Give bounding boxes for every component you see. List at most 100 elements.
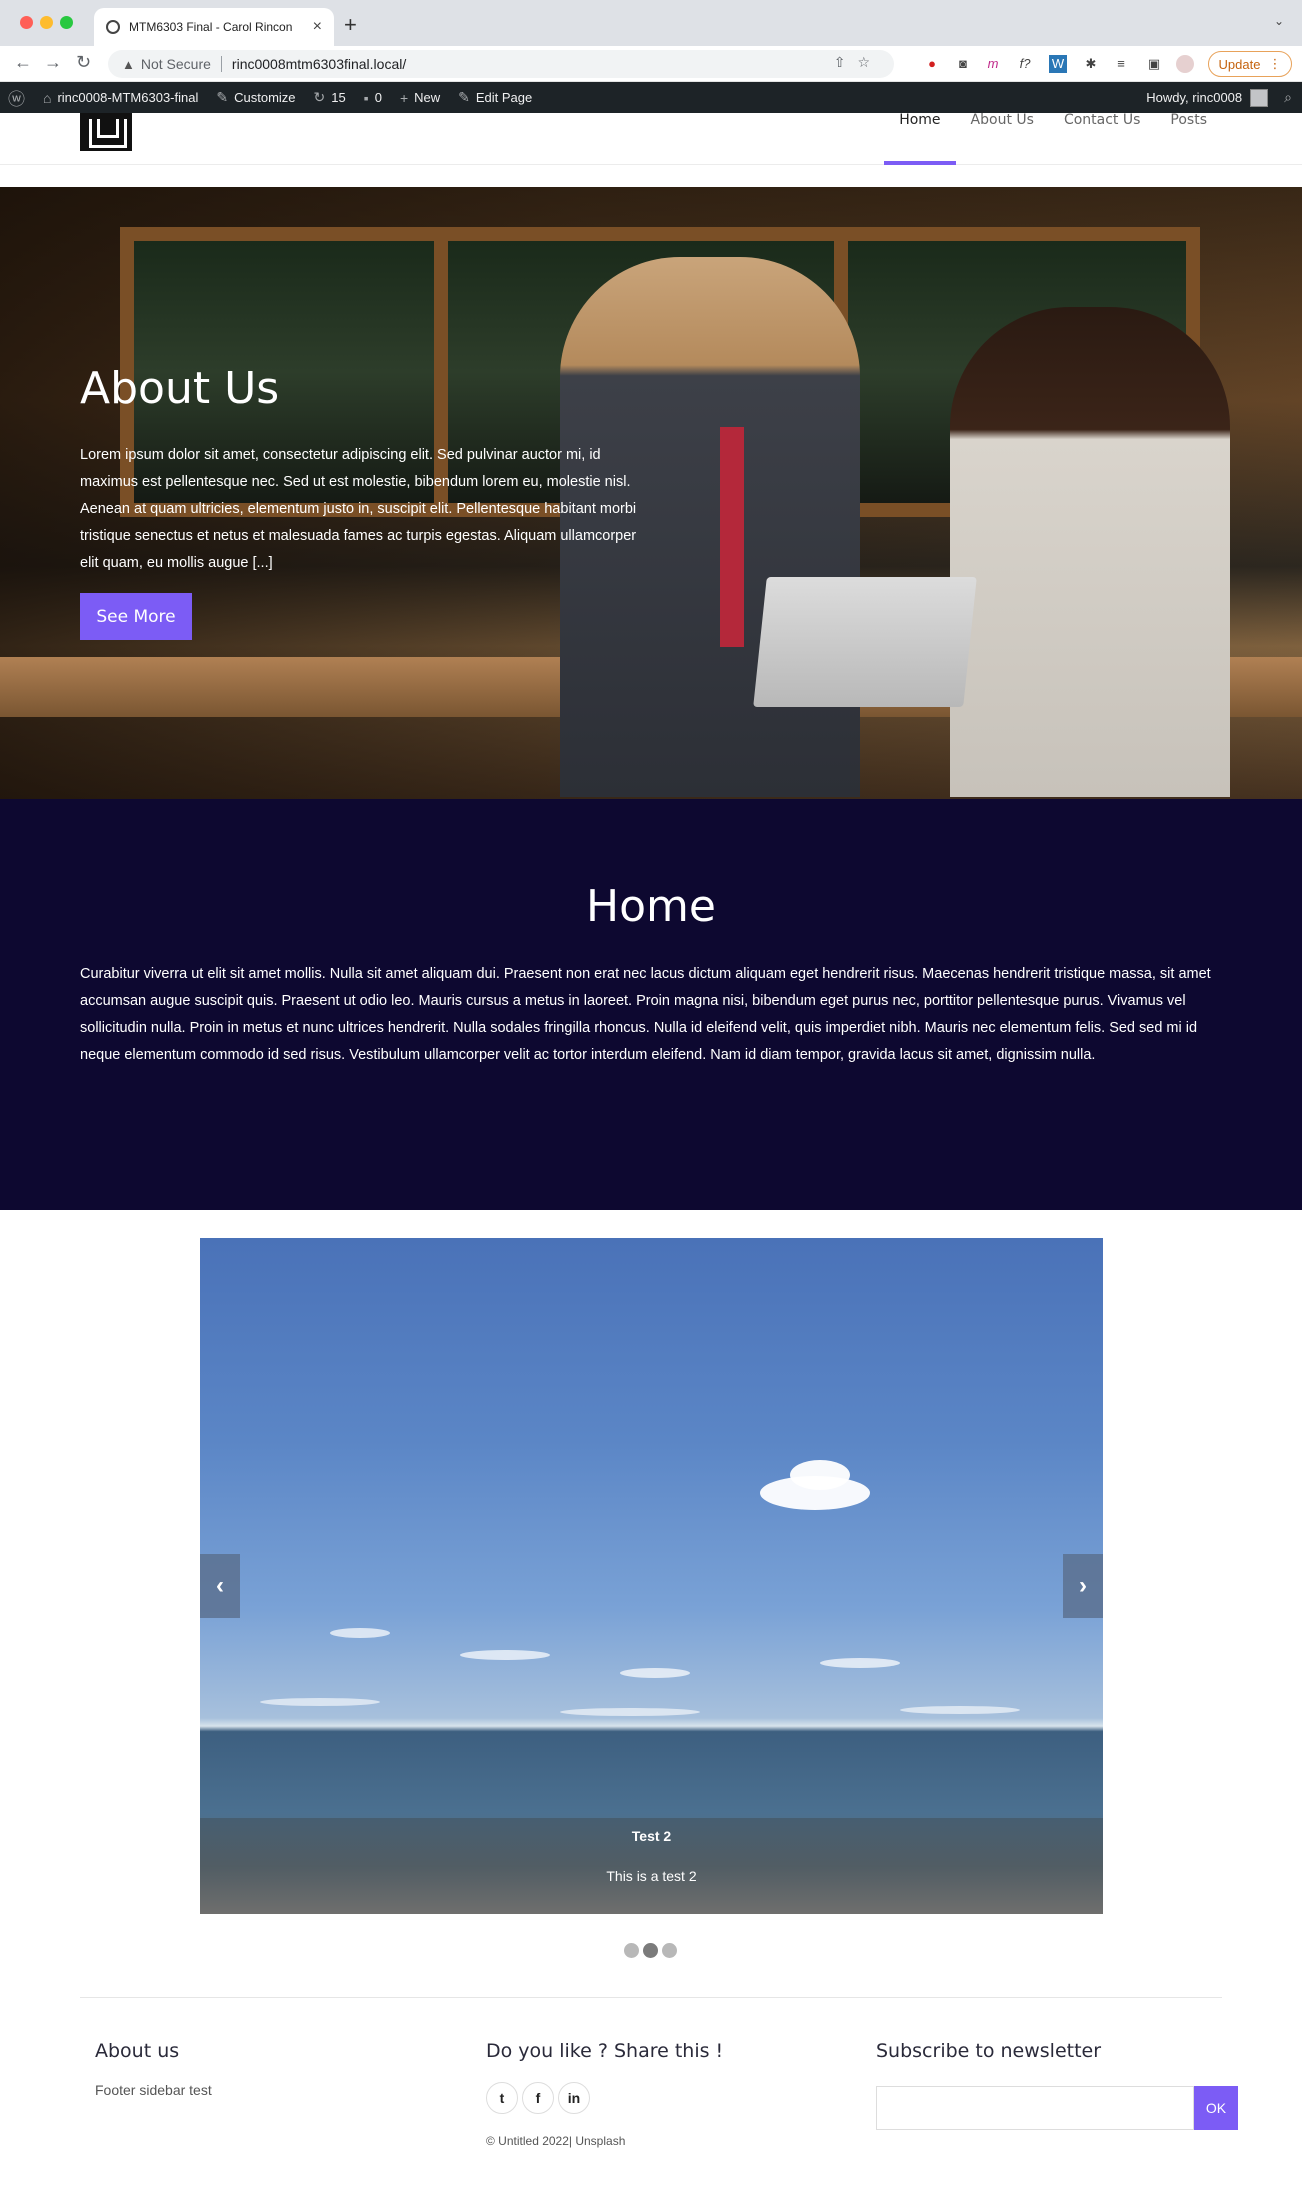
carousel-dot-3[interactable] <box>662 1943 677 1958</box>
wp-admin-bar: ⓦ ⌂ rinc0008-MTM6303-final ✎ Customize ↻… <box>0 82 1302 113</box>
customize-label: Customize <box>234 90 296 105</box>
see-more-button[interactable]: See More <box>80 593 192 640</box>
plus-icon: + <box>399 89 409 106</box>
reload-icon[interactable]: ↻ <box>76 52 91 73</box>
close-tab-icon[interactable]: × <box>313 18 322 36</box>
home-title: Home <box>586 881 716 932</box>
carousel-dot-1[interactable] <box>624 1943 639 1958</box>
carousel-cloud <box>330 1628 390 1638</box>
carousel-cloud <box>900 1706 1020 1714</box>
carousel-cloud <box>460 1650 550 1660</box>
warning-icon: ▲ <box>122 56 135 72</box>
linkedin-icon[interactable]: in <box>558 2082 590 2114</box>
m-extension-icon[interactable]: m <box>984 55 1002 73</box>
hero-photo-woman <box>950 307 1230 797</box>
sidebar-icon[interactable]: ▣ <box>1145 55 1163 73</box>
forward-arrow-icon[interactable]: → <box>44 52 62 73</box>
nav-item-home[interactable]: Home <box>884 113 956 165</box>
share-bookmark-icons[interactable]: ⇧☆ <box>834 54 882 71</box>
browser-toolbar: ← → ↻ ▲ Not Secure rinc0008mtm6303final.… <box>0 46 1302 82</box>
back-arrow-icon[interactable]: ← <box>14 52 32 73</box>
updates-icon: ↻ <box>313 89 326 105</box>
new-label: New <box>414 90 441 105</box>
copyright-text: © Untitled 2022| Unsplash <box>486 2134 626 2148</box>
footer-about-column: About us Footer sidebar test <box>95 2040 212 2098</box>
minimize-window-button[interactable] <box>40 16 53 29</box>
edit-page-label: Edit Page <box>475 90 533 105</box>
reading-list-icon[interactable]: ≡ <box>1112 55 1130 73</box>
search-icon[interactable]: ⌕ <box>1284 89 1292 106</box>
wordpress-extension-icon[interactable]: W <box>1049 55 1067 73</box>
hero-title: About Us <box>80 363 280 414</box>
browser-tab-bar: MTM6303 Final - Carol Rincon × + ⌄ <box>0 0 1302 46</box>
footer-about-heading: About us <box>95 2040 180 2062</box>
update-button[interactable]: Update ⋮ <box>1208 51 1292 77</box>
carousel-prev-button[interactable]: ‹ <box>200 1554 240 1618</box>
admin-new[interactable]: + New <box>400 90 440 106</box>
nav-item-about-us[interactable]: About Us <box>956 113 1049 165</box>
nav-item-contact-us[interactable]: Contact Us <box>1049 113 1155 165</box>
close-window-button[interactable] <box>20 16 33 29</box>
hero-section: About Us Lorem ipsum dolor sit amet, con… <box>0 187 1302 799</box>
home-section: Home Curabitur viverra ut elit sit amet … <box>0 799 1302 1210</box>
social-links: t f in <box>486 2082 723 2114</box>
admin-updates[interactable]: ↻ 15 <box>314 89 346 106</box>
admin-site-name[interactable]: ⌂ rinc0008-MTM6303-final <box>43 90 198 106</box>
url-separator <box>220 56 222 72</box>
avatar <box>1250 88 1269 107</box>
newsletter-ok-button[interactable]: OK <box>1194 2086 1238 2130</box>
site-header: Home About Us Contact Us Posts <box>0 113 1302 165</box>
howdy-label: Howdy, rinc0008 <box>1146 90 1243 105</box>
chevron-down-icon[interactable]: ⌄ <box>1274 14 1284 28</box>
newsletter-email-input[interactable] <box>876 2086 1194 2130</box>
new-tab-button[interactable]: + <box>344 12 357 38</box>
twitter-icon[interactable]: t <box>486 2082 518 2114</box>
footer-divider <box>80 1997 1222 1998</box>
nav-item-posts[interactable]: Posts <box>1155 113 1222 165</box>
url-text[interactable]: rinc0008mtm6303final.local/ <box>232 56 406 72</box>
carousel-cloud <box>820 1658 900 1668</box>
pencil-icon: ✎ <box>458 89 470 105</box>
wp-icon: ⓦ <box>8 90 25 109</box>
carousel-caption-text: This is a test 2 <box>606 1868 697 1884</box>
image-carousel[interactable]: Test 2 This is a test 2 ‹ › <box>200 1238 1103 1914</box>
footer-share-heading: Do you like ? Share this ! <box>486 2040 724 2062</box>
carousel-cloud <box>560 1708 700 1716</box>
footer-newsletter-heading: Subscribe to newsletter <box>876 2040 1102 2062</box>
globe-icon <box>106 20 120 34</box>
carousel-next-button[interactable]: › <box>1063 1554 1103 1618</box>
main-navigation: Home About Us Contact Us Posts <box>884 113 1222 165</box>
carousel-cloud <box>260 1698 380 1706</box>
not-secure-label: Not Secure <box>140 56 211 72</box>
carousel-cloud <box>620 1668 690 1678</box>
update-label: Update <box>1218 56 1261 72</box>
font-extension-icon[interactable]: f? <box>1016 55 1034 73</box>
tab-title: MTM6303 Final - Carol Rincon <box>129 20 293 34</box>
carousel-dot-2[interactable] <box>643 1943 658 1958</box>
carousel-cloud <box>790 1460 850 1490</box>
hero-text: Lorem ipsum dolor sit amet, consectetur … <box>80 447 637 571</box>
wordpress-logo-icon[interactable]: ⓦ <box>8 85 25 110</box>
home-text: Curabitur viverra ut elit sit amet molli… <box>80 966 1211 1063</box>
admin-account[interactable]: Howdy, rinc0008 ⌕ <box>1146 82 1302 113</box>
hero-photo-laptop <box>753 577 977 707</box>
footer-share-column: Do you like ? Share this ! t f in © Unti… <box>486 2040 723 2148</box>
carousel-caption-title: Test 2 <box>631 1828 672 1844</box>
puzzle-icon[interactable]: ✱ <box>1082 55 1100 73</box>
updates-count: 15 <box>331 90 346 105</box>
admin-comments[interactable]: ▪ 0 <box>364 90 382 106</box>
address-bar[interactable]: ▲ Not Secure rinc0008mtm6303final.local/… <box>108 50 894 78</box>
maximize-window-button[interactable] <box>60 16 73 29</box>
camera-extension-icon[interactable]: ◙ <box>954 55 972 73</box>
admin-customize[interactable]: ✎ Customize <box>216 89 295 106</box>
facebook-icon[interactable]: f <box>522 2082 554 2114</box>
paintbrush-icon: ✎ <box>216 89 229 105</box>
opera-extension-icon[interactable]: ● <box>923 55 941 73</box>
comment-icon: ▪ <box>363 89 369 106</box>
site-logo[interactable] <box>80 113 132 151</box>
home-dashboard-icon: ⌂ <box>43 89 52 106</box>
browser-tab[interactable]: MTM6303 Final - Carol Rincon × <box>94 8 334 46</box>
admin-edit-page[interactable]: ✎ Edit Page <box>458 89 532 106</box>
profile-avatar[interactable] <box>1176 55 1194 73</box>
more-options-icon: ⋮ <box>1268 56 1282 71</box>
